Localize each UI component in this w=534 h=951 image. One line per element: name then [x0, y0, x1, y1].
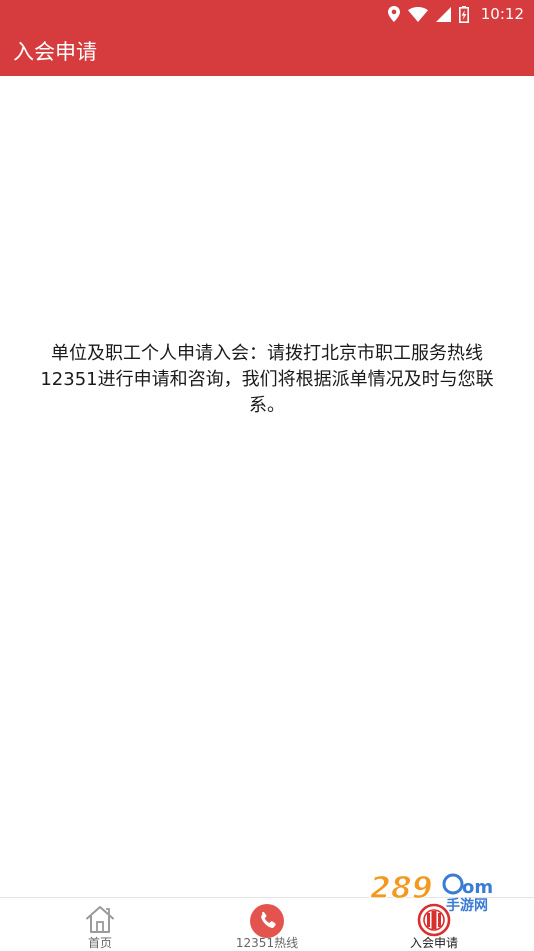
status-bar: 10:12	[0, 0, 534, 28]
app-bar: 入会申请	[0, 28, 534, 76]
watermark-logo-graphic: 289 om 手游网	[369, 870, 493, 914]
main-content: 单位及职工个人申请入会：请拨打北京市职工服务热线12351进行申请和咨询，我们将…	[0, 76, 534, 898]
svg-text:om: om	[462, 877, 493, 898]
notice-text: 单位及职工个人申请入会：请拨打北京市职工服务热线12351进行申请和咨询，我们将…	[40, 343, 494, 416]
location-icon	[387, 6, 400, 22]
nav-item-home[interactable]: 首页	[30, 898, 170, 951]
status-time: 10:12	[480, 5, 524, 23]
home-icon	[84, 903, 116, 939]
nav-item-hotline[interactable]: 12351热线	[197, 898, 337, 951]
page-title: 入会申请	[13, 40, 97, 64]
nav-label-home: 首页	[87, 936, 112, 950]
nav-label-join-application: 入会申请	[409, 936, 458, 950]
status-icons: 10:12	[387, 4, 524, 24]
wifi-icon	[407, 6, 428, 22]
nav-label-hotline: 12351热线	[235, 936, 299, 950]
battery-icon	[458, 5, 469, 23]
svg-text:289: 289	[370, 871, 433, 906]
cell-signal-icon	[435, 6, 451, 22]
watermark-logo: 289 om 手游网	[368, 866, 512, 914]
svg-text:手游网: 手游网	[446, 897, 488, 914]
